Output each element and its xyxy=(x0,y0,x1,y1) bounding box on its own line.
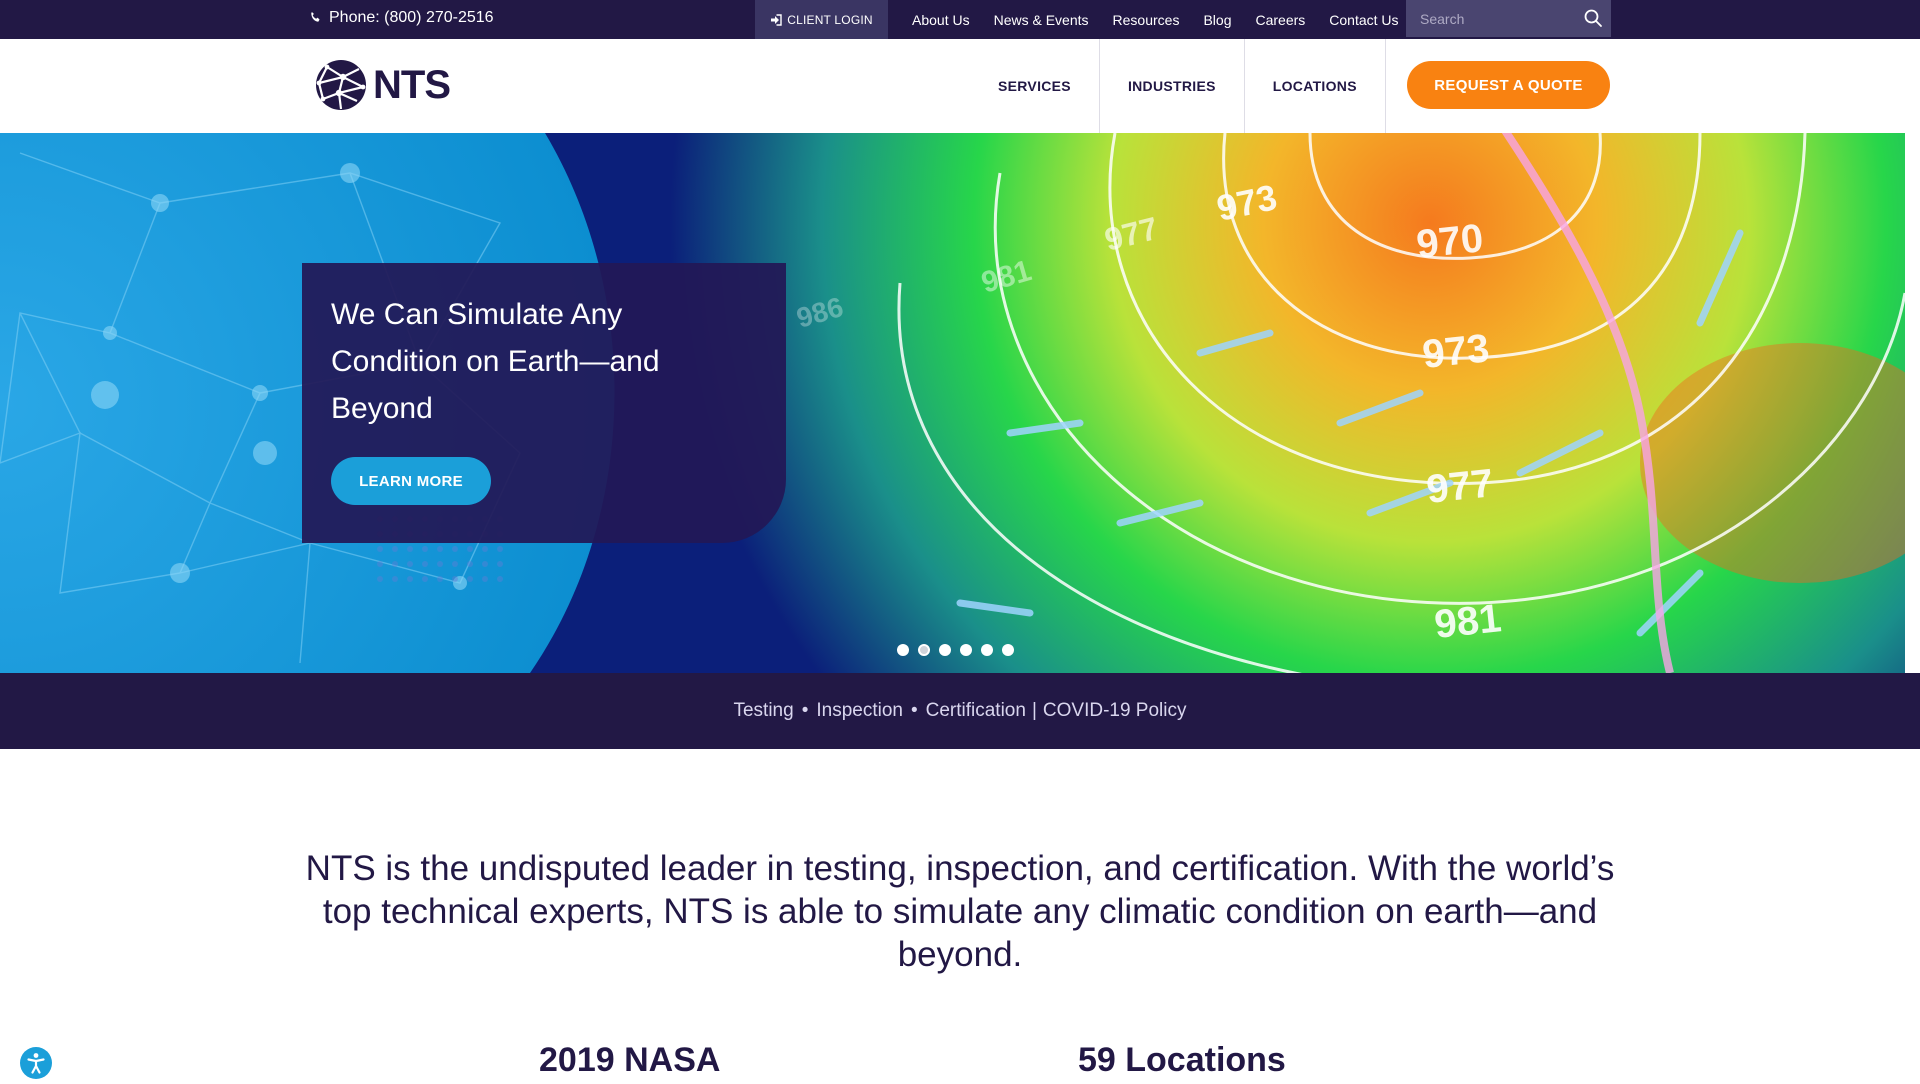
nav-services[interactable]: SERVICES xyxy=(970,39,1100,133)
util-link-blog[interactable]: Blog xyxy=(1203,12,1231,28)
nts-logo[interactable]: NTS xyxy=(313,56,451,114)
carousel-dot-2[interactable] xyxy=(918,644,930,656)
hero-title: We Can Simulate Any Condition on Earth—a… xyxy=(331,298,660,425)
util-link-careers[interactable]: Careers xyxy=(1255,12,1305,28)
covid-policy-link[interactable]: COVID-19 Policy xyxy=(1043,700,1187,722)
nav-industries[interactable]: INDUSTRIES xyxy=(1100,39,1245,133)
services-tagline-band: Testing • Inspection • Certification | C… xyxy=(0,673,1920,749)
request-quote-button[interactable]: REQUEST A QUOTE xyxy=(1407,61,1610,109)
tagline-certification: Certification xyxy=(925,700,1026,721)
util-link-resources[interactable]: Resources xyxy=(1113,12,1180,28)
map-label: 970 xyxy=(1414,216,1485,267)
globe-logo-icon xyxy=(316,60,366,110)
util-link-about[interactable]: About Us xyxy=(912,12,970,28)
carousel-dots xyxy=(897,644,1014,656)
search-input[interactable] xyxy=(1406,0,1580,37)
site-header: NTS SERVICES INDUSTRIES LOCATIONS REQUES… xyxy=(0,39,1920,133)
util-link-contact[interactable]: Contact Us xyxy=(1329,12,1398,28)
hero-card: We Can Simulate Any Condition on Earth—a… xyxy=(302,263,786,543)
phone-label: Phone: (800) 270-2516 xyxy=(329,8,494,26)
bullet-separator: • xyxy=(910,700,918,721)
map-label: 977 xyxy=(1424,461,1495,512)
stat-heading-nasa: 2019 NASA xyxy=(539,1041,721,1079)
hero-carousel: 973 977 981 986 970 973 977 981 We Can S… xyxy=(0,133,1905,673)
carousel-dot-6[interactable] xyxy=(1002,644,1014,656)
map-label: 981 xyxy=(1432,596,1503,647)
util-link-news[interactable]: News & Events xyxy=(994,12,1089,28)
accessibility-button[interactable] xyxy=(20,1047,52,1079)
map-label: 973 xyxy=(1420,326,1491,377)
main-nav: SERVICES INDUSTRIES LOCATIONS xyxy=(970,39,1386,133)
stat-heading-locations: 59 Locations xyxy=(1078,1041,1286,1079)
pipe-separator: | xyxy=(1031,700,1037,721)
phone-icon xyxy=(311,11,320,22)
carousel-dot-1[interactable] xyxy=(897,644,909,656)
phone-number[interactable]: Phone: (800) 270-2516 xyxy=(309,0,494,35)
carousel-dot-3[interactable] xyxy=(939,644,951,656)
login-icon xyxy=(771,13,782,26)
intro-statement: NTS is the undisputed leader in testing,… xyxy=(305,849,1615,974)
client-login-label: CLIENT LOGIN xyxy=(787,12,873,27)
client-login-button[interactable]: CLIENT LOGIN xyxy=(755,0,888,39)
carousel-dot-5[interactable] xyxy=(981,644,993,656)
bullet-separator: • xyxy=(801,700,809,721)
carousel-dot-4[interactable] xyxy=(960,644,972,656)
learn-more-button[interactable]: LEARN MORE xyxy=(331,457,491,505)
top-utility-bar: Phone: (800) 270-2516 CLIENT LOGIN About… xyxy=(0,0,1920,39)
search-box xyxy=(1406,0,1611,37)
tagline-inspection: Inspection xyxy=(816,700,903,721)
utility-nav: About Us News & Events Resources Blog Ca… xyxy=(912,0,1399,39)
search-icon[interactable] xyxy=(1583,8,1603,28)
nav-locations[interactable]: LOCATIONS xyxy=(1245,39,1386,133)
logo-wordmark: NTS xyxy=(373,62,451,107)
hero-weather-image: 973 977 981 986 970 973 977 981 xyxy=(0,133,1905,673)
tagline-testing: Testing xyxy=(733,700,794,721)
accessibility-icon xyxy=(27,1053,45,1074)
